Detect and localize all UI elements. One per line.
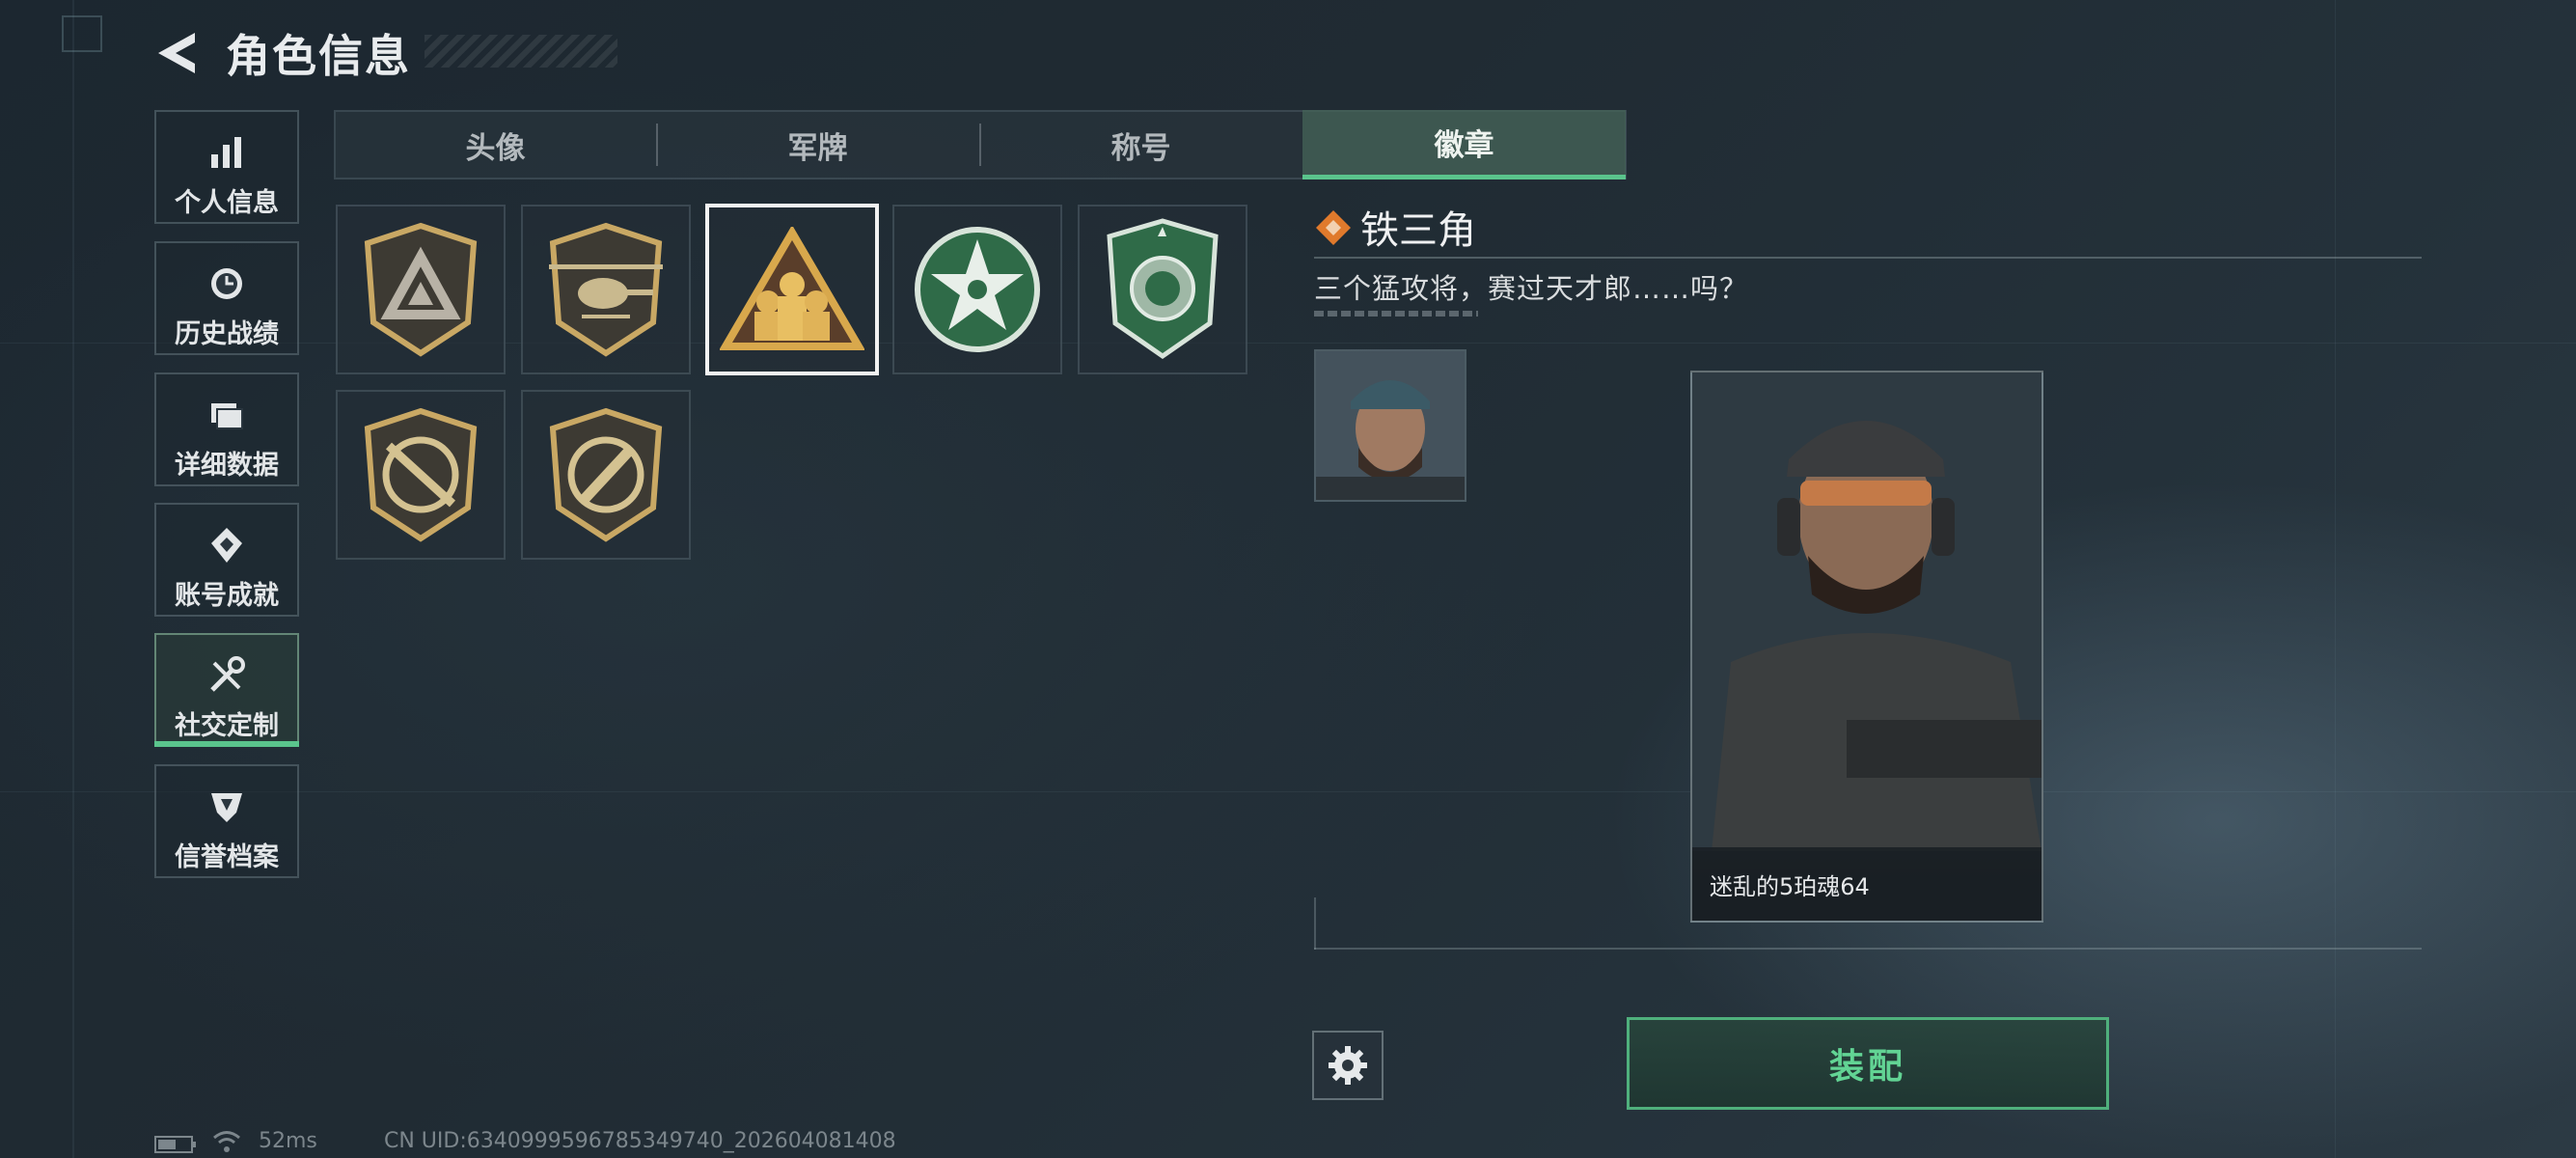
frame-corner [1314,897,1316,950]
equip-button[interactable]: 装配 [1627,1017,2109,1110]
sidebar-item-label: 社交定制 [175,711,279,741]
badge-item[interactable] [892,205,1062,374]
achievement-icon [156,524,297,566]
tab-avatar[interactable]: 头像 [334,110,657,179]
character-card: 迷乱的5珀魂64 [1690,371,2043,923]
rifle-badge-icon [364,407,478,542]
tools-icon [156,654,297,697]
sidebar-item-label: 详细数据 [175,451,279,481]
sidebar-item-label: 账号成就 [175,581,279,611]
badge-name: 铁三角 [1360,208,1476,253]
green-star-badge-icon [915,227,1040,352]
avatar [1314,349,1466,502]
active-indicator [154,741,299,747]
badge-item[interactable] [521,205,691,374]
settings-button[interactable] [1312,1031,1384,1100]
wifi-icon [212,1129,241,1154]
knife-badge-icon [549,407,663,542]
sidebar-item-label: 信誉档案 [175,842,279,872]
gear-icon [1329,1046,1367,1085]
title-decoration [425,35,617,68]
sidebar-item-details[interactable]: 详细数据 [154,372,299,486]
bar-chart-icon [156,131,297,174]
grid-line [72,0,74,1158]
sidebar-item-profile[interactable]: 个人信息 [154,110,299,224]
sidebar-item-achievements[interactable]: 账号成就 [154,503,299,617]
badge-item-selected[interactable] [705,204,879,375]
green-emblem-badge-icon [1107,218,1219,360]
badge-description: 三个猛攻将，赛过天才郎……吗？ [1314,272,1749,305]
helicopter-badge-icon [549,222,663,357]
back-button[interactable] [152,29,201,77]
sidebar-item-history[interactable]: 历史战绩 [154,241,299,355]
sidebar-item-label: 历史战绩 [175,319,279,349]
back-arrow-icon [158,33,195,73]
character-portrait [1692,372,2042,851]
uid-text: CN UID:6340999596785349740_202604081408 [384,1129,896,1153]
triangle-shield-badge-icon [364,222,478,357]
clock-history-icon [156,262,297,305]
divider [1314,948,2422,950]
corner-frame [62,15,102,52]
page-title: 角色信息 [226,30,411,82]
tab-badge[interactable]: 徽章 [1302,110,1626,179]
description-underline [1314,311,1478,317]
badge-item[interactable] [521,390,691,560]
battery-icon [154,1135,197,1154]
tab-title[interactable]: 称号 [979,110,1302,179]
credit-shield-icon [156,786,297,828]
sidebar-item-credit[interactable]: 信誉档案 [154,764,299,878]
tab-dogtag[interactable]: 军牌 [656,110,979,179]
badge-type-icon [1314,208,1353,247]
badge-item[interactable] [1078,205,1247,374]
grid-line [0,791,2576,792]
divider [1314,257,2422,259]
sidebar-item-social[interactable]: 社交定制 [154,633,299,747]
badge-item[interactable] [336,390,506,560]
ping-text: 52ms [259,1129,317,1153]
sidebar-item-label: 个人信息 [175,188,279,218]
folder-icon [156,394,297,436]
grid-line [2335,0,2336,1158]
badge-item[interactable] [336,205,506,374]
iron-triangle-badge-icon [720,227,864,350]
character-name: 迷乱的5珀魂64 [1692,847,2042,921]
